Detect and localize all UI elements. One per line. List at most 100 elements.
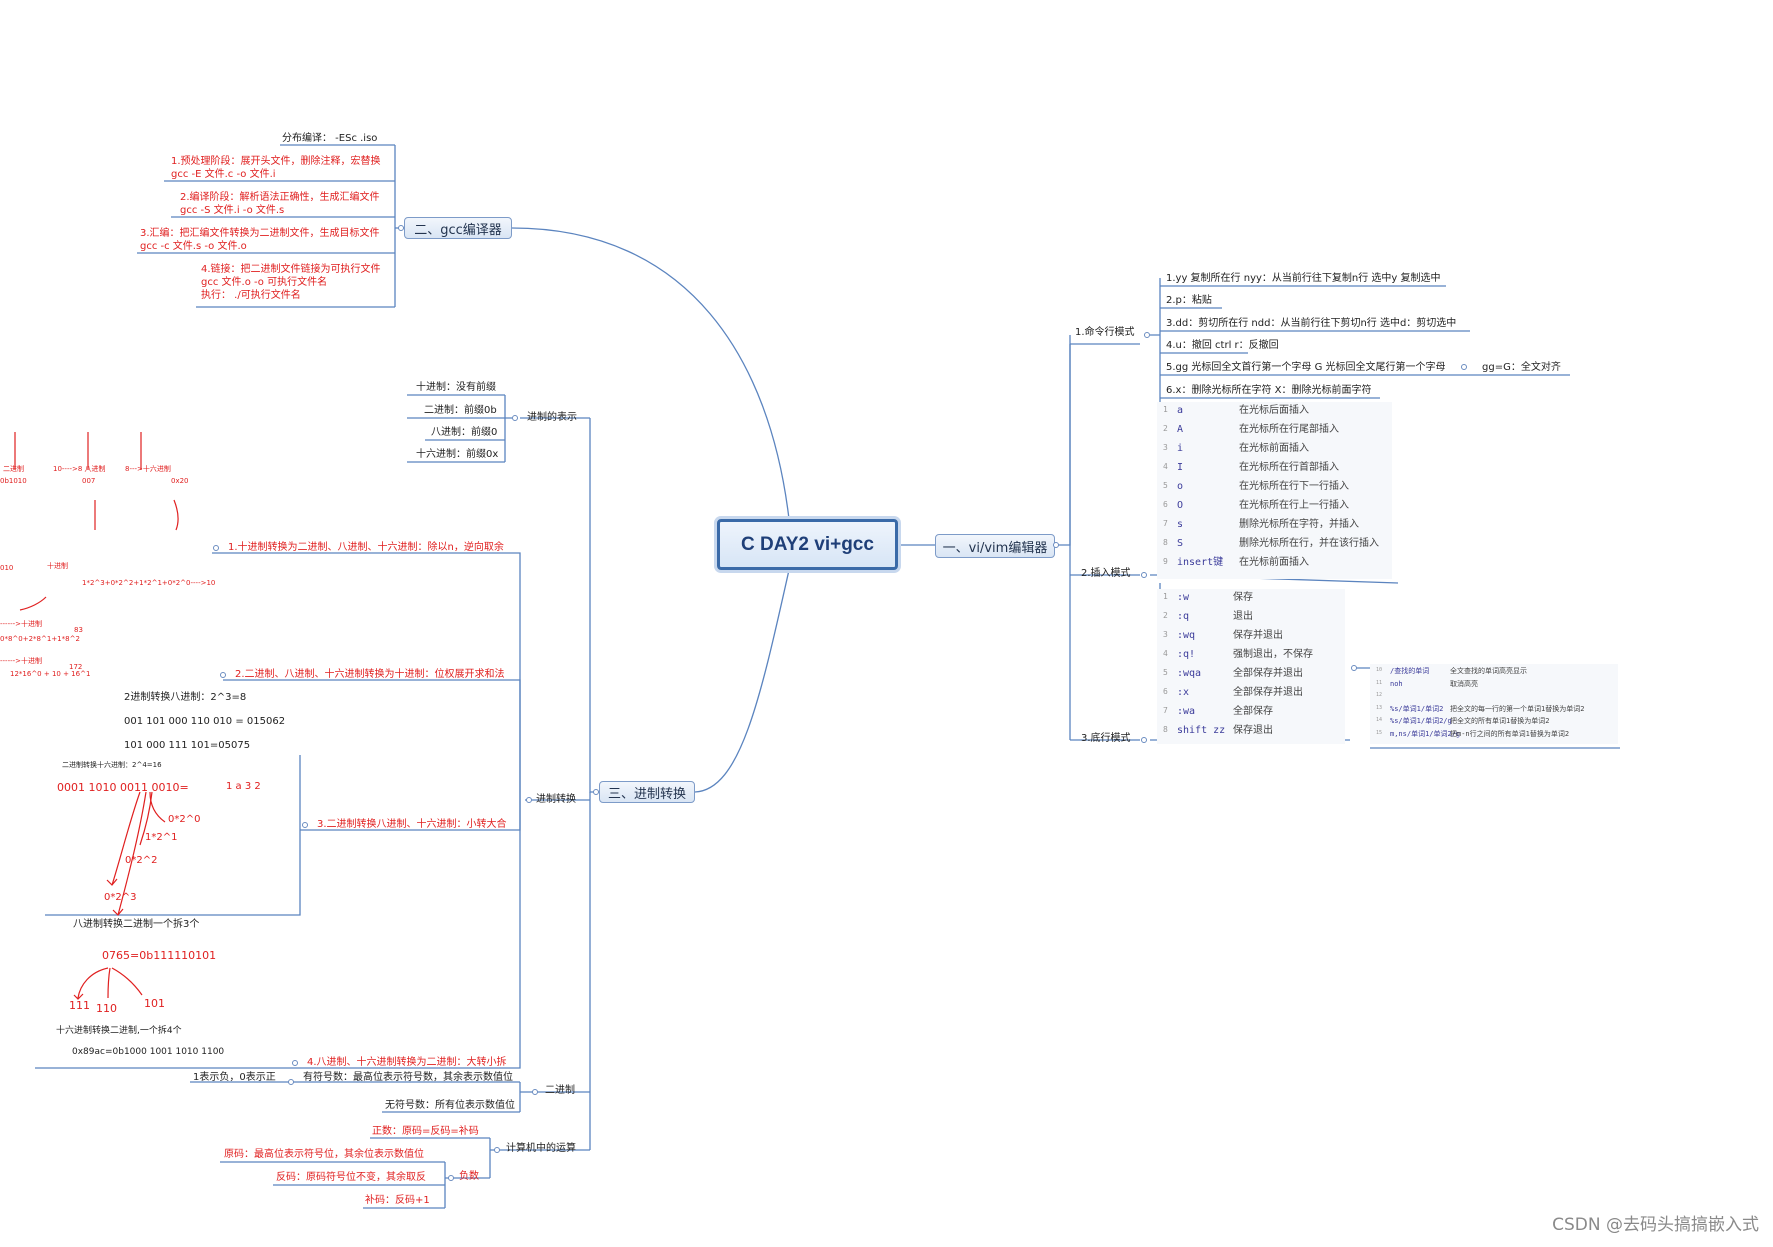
line-number: 7 xyxy=(1163,706,1168,715)
note-bin-to-oct: 2进制转换八进制：2^3=8 xyxy=(124,692,247,703)
lastline-mode-row: 4:q! 强制退出，不保存 xyxy=(1157,650,1345,669)
command-desc: 保存 xyxy=(1233,592,1253,603)
vim-insert-mode-label[interactable]: 2.插入模式 xyxy=(1081,569,1131,579)
collapse-dot[interactable] xyxy=(1351,665,1357,671)
sketch-left: 010 xyxy=(0,564,14,572)
line-number: 5 xyxy=(1163,668,1168,677)
collapse-dot[interactable] xyxy=(1141,737,1147,743)
command-key: insert键 xyxy=(1177,557,1224,568)
collapse-dot[interactable] xyxy=(302,822,308,828)
line-number: 8 xyxy=(1163,538,1168,547)
note-hex-to-bin: 十六进制转换二进制,一个拆4个 xyxy=(56,1026,182,1036)
collapse-dot[interactable] xyxy=(532,1089,538,1095)
command-key: O xyxy=(1177,500,1184,511)
note-group-1: 111 xyxy=(69,999,90,1012)
command-key: %s/单词1/单词2 xyxy=(1390,704,1444,713)
line-number: 14 xyxy=(1376,717,1383,723)
note-weight-1: 1*2^1 xyxy=(145,832,178,843)
command-key: noh xyxy=(1390,679,1403,688)
command-key: :w xyxy=(1177,592,1190,603)
radix-binary-label[interactable]: 二进制 xyxy=(545,1086,575,1096)
command-key: S xyxy=(1177,538,1184,549)
note-group-3: 101 xyxy=(144,997,165,1010)
insert-mode-code-panel: 1 a 在光标后面插入 2 A 在光标所在行尾部插入 3 i 在光标前面插入 4 I 在光标所在行首部… xyxy=(1157,402,1392,579)
command-desc: 退出 xyxy=(1233,611,1253,622)
note-weight-0: 0*2^0 xyxy=(168,814,201,825)
insert-mode-row: 2 A 在光标所在行尾部插入 xyxy=(1157,425,1392,444)
collapse-dot[interactable] xyxy=(448,1175,454,1181)
gcc-assemble-cmd: gcc -c 文件.s -o 文件.o xyxy=(140,241,247,252)
collapse-dot[interactable] xyxy=(512,415,518,421)
vim-lastline-mode-label[interactable]: 3.底行模式 xyxy=(1081,734,1131,744)
vim-cmd-item-4: 4.u：撤回 ctrl r：反撤回 xyxy=(1166,340,1279,351)
search-replace-row: 11 noh 取消高亮 xyxy=(1370,679,1618,694)
collapse-dot[interactable] xyxy=(288,1079,294,1085)
command-key: s xyxy=(1177,519,1184,530)
sketch-label-octal: 10---->8 八进制 xyxy=(53,465,106,473)
repr-decimal: 十进制：没有前缀 xyxy=(416,382,496,393)
search-replace-row: 15 m,ns/单词1/单词2/g 把m-n行之间的所有单词1替换为单词2 xyxy=(1370,730,1618,744)
vim-command-mode-label[interactable]: 1.命令行模式 xyxy=(1075,328,1135,338)
line-number: 13 xyxy=(1376,704,1383,711)
collapse-dot[interactable] xyxy=(1461,364,1467,370)
line-number: 6 xyxy=(1163,500,1168,509)
note-ex2: 101 000 111 101=05075 xyxy=(124,740,251,751)
sketch-arrow-1: 十进制 xyxy=(47,562,68,570)
branch-radix-conversion[interactable]: 三、进制转换 xyxy=(599,781,695,803)
watermark: CSDN @去码头搞搞嵌入式 xyxy=(1552,1215,1759,1235)
collapse-dot[interactable] xyxy=(1141,572,1147,578)
radix-representation-label[interactable]: 进制的表示 xyxy=(527,413,577,423)
lastline-mode-row: 6:x 全部保存并退出 xyxy=(1157,688,1345,707)
binary-signed-note: 1表示负，0表示正 xyxy=(193,1072,276,1083)
command-key: I xyxy=(1177,462,1184,473)
lastline-mode-row: 2:q 退出 xyxy=(1157,612,1345,631)
note-ex1: 001 101 000 110 010 = 015062 xyxy=(124,716,286,727)
command-key: :q! xyxy=(1177,649,1196,660)
gcc-link-cmd: gcc 文件.o -o 可执行文件名 xyxy=(201,277,328,288)
gcc-link-run: 执行： ./可执行文件名 xyxy=(201,290,301,301)
command-key: :wa xyxy=(1177,706,1196,717)
branch-vim-editor[interactable]: 一、vi/vim编辑器 xyxy=(935,534,1055,558)
command-desc: 取消高亮 xyxy=(1450,679,1478,688)
collapse-dot[interactable] xyxy=(398,225,404,231)
sketch-arrow-3: ------>十进制 xyxy=(0,657,43,665)
collapse-dot[interactable] xyxy=(213,545,219,551)
command-desc: 在光标所在行下一行插入 xyxy=(1239,481,1349,492)
command-key: :x xyxy=(1177,687,1190,698)
binary-unsigned: 无符号数：所有位表示数值位 xyxy=(385,1100,515,1111)
root-node[interactable]: C DAY2 vi+gcc xyxy=(717,519,898,570)
command-desc: 在光标前面插入 xyxy=(1239,557,1309,568)
collapse-dot[interactable] xyxy=(526,797,532,803)
vim-cmd-item-1: 1.yy 复制所在行 nyy：从当前行往下复制n行 选中y 复制选中 xyxy=(1166,273,1441,284)
collapse-dot[interactable] xyxy=(292,1060,298,1066)
lastline-mode-row: 8 shift zz 保存退出 xyxy=(1157,726,1345,745)
collapse-dot[interactable] xyxy=(494,1147,500,1153)
collapse-dot[interactable] xyxy=(593,789,599,795)
insert-mode-row: 4 I 在光标所在行首部插入 xyxy=(1157,463,1392,482)
branch-gcc-compiler[interactable]: 二、gcc编译器 xyxy=(404,217,512,239)
lastline-mode-row: 5:wqa 全部保存并退出 xyxy=(1157,669,1345,688)
lastline-mode-row: 3:wq 保存并退出 xyxy=(1157,631,1345,650)
command-key: shift zz xyxy=(1177,725,1226,736)
command-desc: 在光标所在行首部插入 xyxy=(1239,462,1339,473)
radix-conversion-label[interactable]: 进制转换 xyxy=(536,795,576,805)
insert-mode-row: 3 i 在光标前面插入 xyxy=(1157,444,1392,463)
radix-arithmetic-label[interactable]: 计算机中的运算 xyxy=(506,1144,576,1154)
lastline-mode-row: 1:w 保存 xyxy=(1157,593,1345,612)
collapse-dot[interactable] xyxy=(1144,332,1150,338)
line-number: 3 xyxy=(1163,443,1168,452)
note-hex-digits: 1 a 3 2 xyxy=(226,781,261,792)
collapse-dot[interactable] xyxy=(220,672,226,678)
line-number: 2 xyxy=(1163,424,1168,433)
command-key: :q xyxy=(1177,611,1190,622)
command-desc: 在光标后面插入 xyxy=(1239,405,1309,416)
search-replace-row: 10/查找的单词 全文查找的单词高亮显示 xyxy=(1370,668,1618,681)
insert-mode-row: 7 s 删除光标所在字符，并插入 xyxy=(1157,520,1392,539)
connector-root-radix xyxy=(694,569,790,793)
gcc-link-title: 4.链接：把二进制文件链接为可执行文件 xyxy=(201,264,381,275)
gcc-assemble-title: 3.汇编：把汇编文件转换为二进制文件，生成目标文件 xyxy=(140,228,380,239)
collapse-dot[interactable] xyxy=(1053,542,1059,548)
vim-cmd-item-2: 2.p：粘贴 xyxy=(1166,295,1212,306)
vim-cmd-item-6: 6.x：删除光标所在字符 X：删除光标前面字符 xyxy=(1166,385,1372,396)
conv-item-2: 2.二进制、八进制、十六进制转换为十进制：位权展开求和法 xyxy=(235,669,505,680)
